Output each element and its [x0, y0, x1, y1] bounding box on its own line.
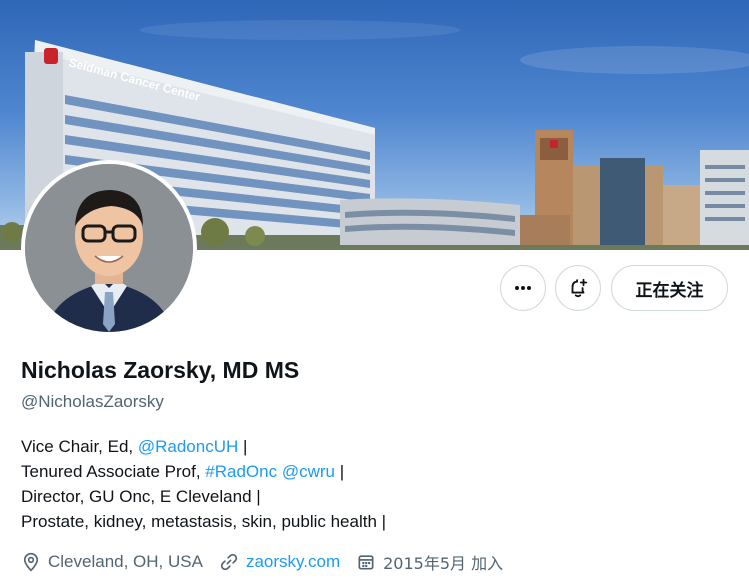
- joined-date-text: 2015年5月 加入: [383, 554, 504, 573]
- following-button[interactable]: 正在关注: [611, 265, 728, 311]
- website-item: zaorsky.com: [219, 552, 340, 572]
- bio-line: Vice Chair, Ed, @RadoncUH |: [21, 434, 386, 459]
- profile-meta: Cleveland, OH, USA zaorsky.com 2015年5月 加…: [21, 549, 519, 575]
- location-text: Cleveland, OH, USA: [48, 552, 203, 571]
- website-link[interactable]: zaorsky.com: [246, 552, 340, 572]
- more-options-button[interactable]: [500, 265, 546, 311]
- mention-link[interactable]: @RadoncUH: [138, 437, 238, 456]
- profile-handle: @NicholasZaorsky: [21, 392, 164, 411]
- link-icon: [220, 553, 238, 571]
- profile-bio: Vice Chair, Ed, @RadoncUH | Tenured Asso…: [21, 434, 386, 534]
- bio-text: |: [238, 437, 248, 456]
- more-dots-icon: [515, 286, 531, 290]
- bell-plus-icon: [571, 278, 588, 298]
- location-item: Cleveland, OH, USA: [21, 552, 203, 572]
- avatar-photo: [25, 164, 193, 332]
- joined-item: 2015年5月 加入: [356, 550, 503, 574]
- bio-line: Director, GU Onc, E Cleveland |: [21, 487, 261, 506]
- bio-text: Tenured Associate Prof,: [21, 462, 206, 481]
- bio-text: Vice Chair, Ed,: [21, 437, 138, 456]
- bio-line: Tenured Associate Prof, #RadOnc @cwru |: [21, 459, 386, 484]
- bio-text: |: [335, 462, 345, 481]
- bio-line: Prostate, kidney, metastasis, skin, publ…: [21, 512, 387, 531]
- location-pin-icon: [23, 552, 39, 572]
- profile-avatar[interactable]: [21, 160, 197, 336]
- mention-link[interactable]: @cwru: [282, 462, 335, 481]
- calendar-icon: [358, 555, 374, 570]
- profile-name: Nicholas Zaorsky, MD MS: [21, 357, 300, 383]
- hashtag-link[interactable]: #RadOnc: [205, 462, 277, 481]
- notifications-button[interactable]: [555, 265, 601, 311]
